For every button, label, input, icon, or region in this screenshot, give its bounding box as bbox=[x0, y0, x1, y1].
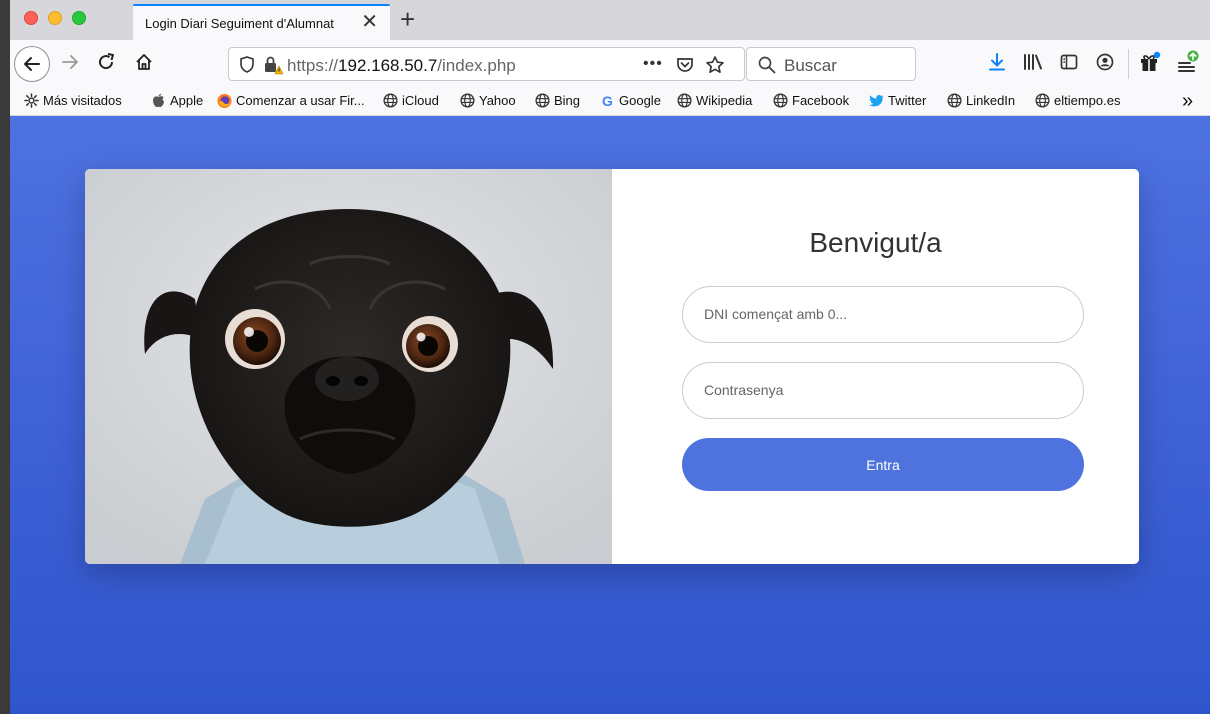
url-scheme: https:// bbox=[287, 56, 339, 75]
bookmark-facebook[interactable]: Facebook bbox=[773, 93, 849, 108]
bookmark-label: iCloud bbox=[402, 93, 439, 108]
menu-button[interactable] bbox=[1176, 50, 1200, 74]
library-icon bbox=[1024, 54, 1042, 70]
search-bar[interactable]: Buscar bbox=[746, 47, 916, 81]
window-minimize-button[interactable] bbox=[48, 11, 62, 25]
bookmark-bing[interactable]: Bing bbox=[535, 93, 580, 108]
page-actions-button[interactable]: ••• bbox=[643, 55, 663, 73]
whats-new-button[interactable] bbox=[1138, 50, 1162, 74]
sidebar-button[interactable] bbox=[1057, 50, 1081, 74]
globe-icon bbox=[1035, 93, 1050, 108]
toolbar-divider bbox=[1128, 49, 1129, 79]
search-icon bbox=[758, 56, 776, 74]
home-button[interactable] bbox=[132, 50, 156, 74]
navigation-toolbar: https://192.168.50.7/index.php ••• Busca… bbox=[10, 40, 1210, 88]
bookmarks-overflow-button[interactable]: » bbox=[1182, 88, 1193, 114]
sidebar-icon bbox=[1060, 54, 1078, 70]
bookmark-label: Apple bbox=[170, 93, 204, 108]
url-bar[interactable]: https://192.168.50.7/index.php ••• bbox=[228, 47, 745, 81]
bookmark-twitter[interactable]: Twitter bbox=[869, 93, 926, 108]
arrow-left-icon bbox=[24, 57, 40, 71]
home-icon bbox=[136, 54, 152, 70]
bookmark-label: eltiempo.es bbox=[1054, 93, 1121, 108]
bookmark-label: Wikipedia bbox=[696, 93, 753, 108]
globe-icon bbox=[947, 93, 962, 108]
hamburger-menu-icon bbox=[1178, 50, 1199, 72]
bookmark-label: Twitter bbox=[888, 93, 927, 108]
browser-window: Login Diari Seguiment d'Alumnat ✕ + http… bbox=[10, 0, 1210, 714]
bookmark-comenzar-firefox[interactable]: Comenzar a usar Fir... bbox=[217, 93, 365, 108]
login-form: Benvigut/a DNI començat amb 0... Contras… bbox=[612, 169, 1139, 564]
arrow-right-icon bbox=[62, 55, 78, 69]
page-content: Benvigut/a DNI començat amb 0... Contras… bbox=[10, 116, 1210, 714]
bookmark-label: LinkedIn bbox=[966, 93, 1016, 108]
welcome-title: Benvigut/a bbox=[809, 227, 942, 258]
url-text: https://192.168.50.7/index.php bbox=[287, 56, 516, 76]
apple-icon bbox=[151, 93, 166, 108]
globe-icon bbox=[773, 93, 788, 108]
back-button[interactable] bbox=[14, 46, 50, 82]
new-tab-button[interactable]: + bbox=[400, 4, 415, 34]
pocket-icon[interactable] bbox=[676, 56, 694, 74]
login-card: Benvigut/a DNI començat amb 0... Contras… bbox=[85, 169, 1139, 564]
url-path: /index.php bbox=[437, 56, 516, 75]
bookmark-label: Yahoo bbox=[479, 93, 516, 108]
tab-bar: Login Diari Seguiment d'Alumnat ✕ + bbox=[10, 0, 1210, 40]
insecure-lock-icon bbox=[265, 56, 283, 75]
gear-icon bbox=[24, 93, 39, 108]
submit-button[interactable]: Entra bbox=[682, 438, 1084, 491]
twitter-icon bbox=[869, 93, 884, 108]
shield-icon bbox=[240, 56, 254, 73]
google-icon: G bbox=[602, 92, 613, 109]
bookmark-eltiempo[interactable]: eltiempo.es bbox=[1035, 93, 1120, 108]
window-close-button[interactable] bbox=[24, 11, 38, 25]
tab-title: Login Diari Seguiment d'Alumnat bbox=[145, 16, 334, 31]
bookmark-label: Comenzar a usar Fir... bbox=[236, 93, 365, 108]
bookmark-wikipedia[interactable]: Wikipedia bbox=[677, 93, 752, 108]
bookmark-mas-visitados[interactable]: Más visitados bbox=[24, 93, 122, 108]
bookmark-label: Más visitados bbox=[43, 93, 122, 108]
account-button[interactable] bbox=[1093, 50, 1117, 74]
window-maximize-button[interactable] bbox=[72, 11, 86, 25]
bookmark-icloud[interactable]: iCloud bbox=[383, 93, 439, 108]
dni-input[interactable]: DNI començat amb 0... bbox=[682, 286, 1084, 343]
gift-icon bbox=[1141, 51, 1161, 71]
account-icon bbox=[1096, 53, 1114, 71]
globe-icon bbox=[535, 93, 550, 108]
bookmark-label: Bing bbox=[554, 93, 581, 108]
reload-button[interactable] bbox=[94, 50, 118, 74]
forward-button[interactable] bbox=[58, 50, 82, 74]
url-host: 192.168.50.7 bbox=[338, 56, 438, 75]
pug-photo bbox=[85, 169, 612, 564]
globe-icon bbox=[383, 93, 398, 108]
tab-close-icon[interactable]: ✕ bbox=[361, 11, 378, 33]
bookmark-label: Facebook bbox=[792, 93, 850, 108]
library-button[interactable] bbox=[1021, 50, 1045, 74]
globe-icon bbox=[677, 93, 692, 108]
password-input[interactable]: Contrasenya bbox=[682, 362, 1084, 419]
reload-icon bbox=[99, 53, 114, 70]
downloads-button[interactable] bbox=[985, 50, 1009, 74]
password-placeholder: Contrasenya bbox=[704, 382, 784, 398]
bookmark-google[interactable]: G Google bbox=[600, 92, 661, 109]
search-placeholder: Buscar bbox=[784, 56, 837, 75]
tab-active[interactable]: Login Diari Seguiment d'Alumnat ✕ bbox=[133, 4, 390, 40]
firefox-icon bbox=[217, 93, 232, 108]
bookmark-apple[interactable]: Apple bbox=[151, 93, 203, 108]
globe-icon bbox=[460, 93, 475, 108]
download-icon bbox=[989, 53, 1005, 71]
bookmark-label: Google bbox=[619, 93, 661, 108]
dni-placeholder: DNI començat amb 0... bbox=[704, 306, 848, 322]
bookmark-linkedin[interactable]: LinkedIn bbox=[947, 93, 1015, 108]
bookmarks-toolbar: Más visitados Apple Comenzar a usar Fir.… bbox=[10, 88, 1210, 116]
bookmark-yahoo[interactable]: Yahoo bbox=[460, 93, 516, 108]
bookmark-star-icon[interactable] bbox=[705, 55, 725, 75]
